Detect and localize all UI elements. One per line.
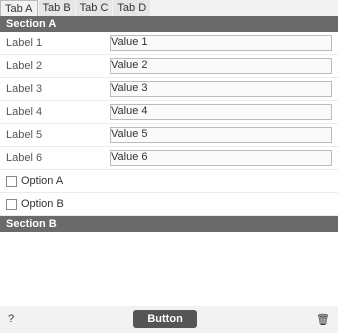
help-icon[interactable]: ? [8,313,14,325]
field-label-3: Label 3 [6,83,43,95]
field-select-5[interactable]: Value 5 [110,127,332,143]
field-label-5: Label 5 [6,129,43,141]
field-row-5: Label 5 Value 5 [0,124,338,147]
option-a-label: Option A [21,175,64,187]
tab-1[interactable]: Tab A [0,0,38,16]
field-label-2: Label 2 [6,60,43,72]
option-row-a: Option A [0,170,338,193]
field-select-6[interactable]: Value 6 [110,150,332,166]
field-row-3: Label 3 Value 3 [0,78,338,101]
tab-bar: Tab A Tab B Tab C Tab D [0,0,338,16]
field-row-4: Label 4 Value 4 [0,101,338,124]
field-row-6: Label 6 Value 6 [0,147,338,170]
primary-button[interactable]: Button [133,310,197,328]
tab-4[interactable]: Tab D [113,0,151,16]
field-label-1: Label 1 [6,37,43,49]
field-select-4[interactable]: Value 4 [110,104,332,120]
field-label-4: Label 4 [6,106,43,118]
option-row-b: Option B [0,193,338,216]
trash-icon[interactable]: 🗑 [316,313,330,326]
field-row-2: Label 2 Value 2 [0,55,338,78]
footer: ? Button 🗑 [0,306,338,332]
field-select-2[interactable]: Value 2 [110,58,332,74]
field-row-1: Label 1 Value 1 [0,32,338,55]
section-b-header: Section B [0,216,338,232]
field-select-1[interactable]: Value 1 [110,35,332,51]
tab-2[interactable]: Tab B [38,0,75,16]
settings-panel: Section A Label 1 Value 1 Label 2 Value 2 … [0,16,338,306]
option-b-checkbox[interactable] [6,198,17,210]
tab-3[interactable]: Tab C [75,0,113,16]
field-select-3[interactable]: Value 3 [110,81,332,97]
option-b-label: Option B [21,198,64,210]
section-a-header: Section A [0,16,338,32]
option-a-checkbox[interactable] [6,175,17,187]
field-label-6: Label 6 [6,152,43,164]
